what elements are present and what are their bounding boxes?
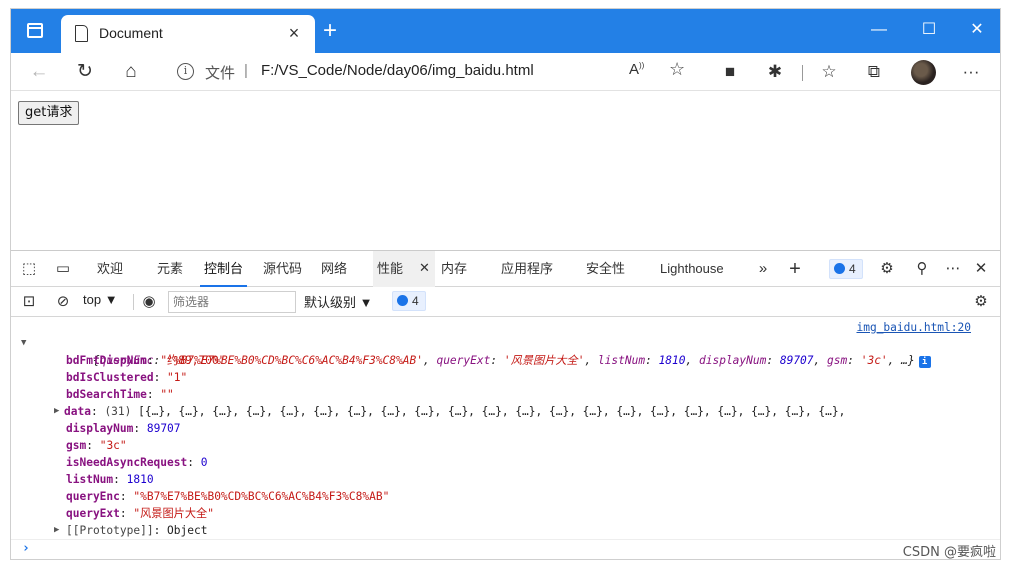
- console-property: listNum: 1810: [66, 473, 154, 486]
- address-separator: |: [244, 62, 248, 79]
- omnibox[interactable]: i 文件 | F:/VS_Code/Node/day06/img_baidu.h…: [161, 56, 726, 88]
- summary-value: '3c': [860, 354, 888, 367]
- tab-title: Document: [99, 25, 163, 41]
- console-settings-icon[interactable]: ⚙: [971, 293, 991, 311]
- message-icon: [397, 295, 408, 306]
- tab-close-button[interactable]: ×: [283, 22, 305, 44]
- address-bar: ← ↻ ⌂ i 文件 | F:/VS_Code/Node/day06/img_b…: [11, 53, 1000, 91]
- summary-key: gsm: [827, 354, 848, 367]
- issues-badge[interactable]: 4: [829, 259, 863, 279]
- tab-welcome[interactable]: 欢迎: [93, 251, 127, 287]
- watermark: CSDN @要疯啦: [902, 545, 996, 560]
- log-level-select[interactable]: 默认级别 ▼: [304, 292, 373, 311]
- console-property: isNeedAsyncRequest: 0: [66, 456, 208, 469]
- tab-console[interactable]: 控制台: [200, 251, 248, 287]
- summary-key: queryExt: [436, 354, 491, 367]
- tab-security[interactable]: 安全性: [582, 251, 629, 287]
- collapse-triangle-icon[interactable]: ▼: [21, 335, 26, 352]
- devtools-tabbar: ⬚ ▭ 欢迎 元素 控制台 源代码 网络 性能 ✕ 内存 应用程序 安全性 Li…: [11, 251, 1000, 287]
- console-divider: [11, 539, 1000, 540]
- home-icon[interactable]: ⌂: [117, 58, 145, 86]
- browser-window: Document × + — ☐ ✕ ← ↻ ⌂ i 文件 | F:/VS_Co…: [10, 8, 1001, 560]
- tab-memory[interactable]: 内存: [437, 251, 471, 287]
- add-favorite-icon[interactable]: ☆: [669, 59, 685, 80]
- url-text[interactable]: F:/VS_Code/Node/day06/img_baidu.html: [261, 62, 534, 79]
- collections-icon[interactable]: ⧉: [862, 60, 886, 84]
- close-window-button[interactable]: ✕: [962, 17, 992, 43]
- expand-triangle-icon[interactable]: ▶: [54, 403, 59, 420]
- browser-tab[interactable]: Document ×: [61, 15, 315, 53]
- console-property: queryEnc: "%B7%E7%BE%B0%CD%BC%C6%AC%B4%F…: [66, 490, 390, 503]
- console-data-row[interactable]: ▶ data: (31) [{…}, {…}, {…}, {…}, {…}, {……: [54, 403, 845, 420]
- clear-console-icon[interactable]: ⊘: [53, 293, 73, 311]
- device-toolbar-icon[interactable]: ▭: [53, 260, 73, 278]
- issues-count: 4: [849, 262, 856, 276]
- add-tool-icon[interactable]: +: [785, 259, 805, 279]
- tab-lighthouse[interactable]: Lighthouse: [656, 251, 728, 287]
- toolbar-separator: [133, 294, 134, 310]
- sidebar-toggle-icon[interactable]: ⊡: [19, 293, 39, 311]
- console-property: displayNum: 89707: [66, 422, 181, 435]
- tab-application[interactable]: 应用程序: [497, 251, 557, 287]
- tab-elements[interactable]: 元素: [153, 251, 187, 287]
- maximize-button[interactable]: ☐: [914, 17, 944, 43]
- page-content: get请求: [11, 92, 1000, 250]
- source-link[interactable]: img_baidu.html:20: [856, 321, 971, 334]
- context-select[interactable]: top ▼: [83, 292, 118, 307]
- summary-tail: …}: [901, 354, 915, 367]
- console-prototype-row[interactable]: ▶ [[Prototype]]: Object: [54, 522, 207, 539]
- puzzle-icon[interactable]: ✱: [763, 60, 787, 84]
- close-tab-icon[interactable]: ✕: [419, 260, 430, 276]
- title-bar: Document × + — ☐ ✕: [11, 9, 1000, 53]
- summary-key: displayNum: [699, 354, 767, 367]
- console-property: bdIsClustered: "1": [66, 371, 188, 384]
- tab-sources[interactable]: 源代码: [259, 251, 306, 287]
- console-toolbar: ⊡ ⊘ top ▼ ◉ 默认级别 ▼ 4 ⚙: [11, 287, 1000, 317]
- console-property: gsm: "3c": [66, 439, 127, 452]
- summary-value: 89707: [779, 354, 814, 367]
- console-property: queryExt: "风景图片大全": [66, 507, 214, 520]
- tab-network[interactable]: 网络: [317, 251, 351, 287]
- get-request-button[interactable]: get请求: [18, 101, 80, 125]
- toolbar-divider: [802, 65, 803, 81]
- eye-icon[interactable]: ◉: [139, 293, 159, 311]
- more-options-icon[interactable]: ⋯: [943, 260, 963, 278]
- document-icon: [75, 25, 88, 42]
- back-icon[interactable]: ←: [25, 58, 53, 86]
- console-output: img_baidu.html:20 ▼ {queryEnc: '%B7%E7%BE…: [11, 317, 1000, 559]
- console-prompt-icon[interactable]: ›: [22, 541, 30, 556]
- minimize-button[interactable]: —: [864, 17, 894, 43]
- console-issues-badge[interactable]: 4: [392, 291, 426, 311]
- devtools-panel: ⬚ ▭ 欢迎 元素 控制台 源代码 网络 性能 ✕ 内存 应用程序 安全性 Li…: [11, 250, 1000, 559]
- more-icon[interactable]: ···: [959, 60, 983, 84]
- new-tab-button[interactable]: +: [323, 19, 337, 43]
- inspect-icon[interactable]: ⬚: [19, 260, 39, 278]
- info-badge-icon[interactable]: i: [918, 356, 931, 368]
- tab-actions-icon[interactable]: [27, 23, 43, 38]
- filter-input[interactable]: [168, 291, 296, 313]
- console-property: bdSearchTime: "": [66, 388, 174, 401]
- refresh-icon[interactable]: ↻: [71, 58, 99, 86]
- console-issues-count: 4: [412, 294, 419, 308]
- context-value: top: [83, 292, 102, 307]
- summary-key: listNum: [597, 354, 646, 367]
- favorites-icon[interactable]: ☆: [817, 60, 841, 84]
- log-level-value: 默认级别: [304, 295, 357, 310]
- settings-icon[interactable]: ⚙: [877, 260, 897, 278]
- customize-icon[interactable]: ⚲: [912, 260, 932, 278]
- close-devtools-icon[interactable]: ✕: [971, 260, 991, 278]
- summary-value: '风景图片大全': [503, 354, 585, 367]
- read-aloud-icon[interactable]: A)): [629, 61, 644, 78]
- console-property: bdFmtDispNum: "约89,700": [66, 354, 226, 367]
- file-label: 文件: [205, 65, 236, 82]
- extension-icon[interactable]: ■: [718, 60, 742, 84]
- console-object-summary[interactable]: ▼ {queryEnc: '%B7%E7%BE%B0%CD%BC%C6%AC%B4…: [21, 335, 931, 368]
- message-icon: [834, 263, 845, 274]
- more-tabs-icon[interactable]: »: [753, 260, 773, 278]
- info-icon[interactable]: i: [177, 63, 194, 80]
- summary-value: 1810: [658, 354, 686, 367]
- expand-triangle-icon[interactable]: ▶: [54, 522, 59, 539]
- avatar[interactable]: [911, 60, 936, 85]
